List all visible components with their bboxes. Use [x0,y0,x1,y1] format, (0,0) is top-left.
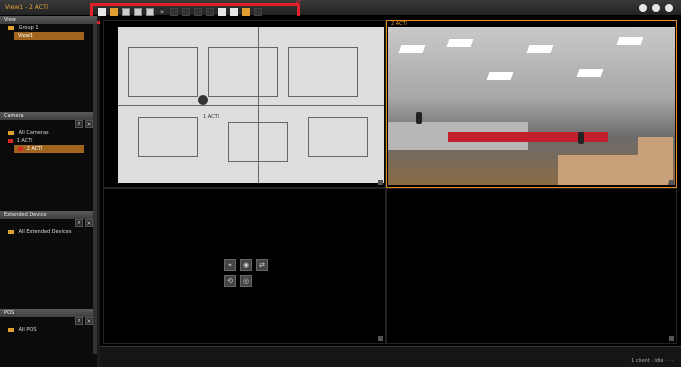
red-partition [448,132,608,142]
ptz-control-icon[interactable]: ◎ [240,275,252,287]
sidebar-scrollbar[interactable] [93,24,97,354]
view-item-label: View1 [18,33,34,39]
camera-search-button[interactable]: ⌕ [75,120,83,128]
pos-search-button[interactable]: ⌕ [75,317,83,325]
layout-2x2-button[interactable] [110,8,118,16]
camera-item-1[interactable]: 1 ACTi [0,137,97,145]
all-cameras-item[interactable]: All Cameras [0,129,97,137]
view-item-selected[interactable]: View1 [14,32,84,40]
layout-1x1-button[interactable] [98,8,106,16]
edit-button[interactable] [230,8,238,16]
floorplan-room [138,117,198,157]
top-right-icons [639,4,673,12]
top-bar: View1 - 2 ACTi » [0,0,681,24]
ceiling-light [486,72,514,80]
camera-panel-header: Camera [0,112,97,120]
folder-icon [8,25,14,30]
pane-resize-icon[interactable] [669,180,674,185]
video-grid: 1 ACTi 2 ACTi ⌖ ◉ ⇄ ⟲ ◎ [100,16,681,346]
all-cameras-label: All Cameras [18,130,49,136]
pane-resize-icon[interactable] [669,336,674,341]
extended-device-panel-header: Extended Device [0,211,97,219]
floor-plan-map[interactable]: 1 ACTi [118,27,384,183]
app-window: View1 - 2 ACTi » View Group 1 View1 Came… [0,0,681,367]
ptz-control-icon[interactable]: ⌖ [224,259,236,271]
floorplan-room [308,117,368,157]
all-extended-devices-label: All Extended Devices [18,229,72,235]
camera-item-1-label: 1 ACTi [16,138,33,144]
camera-item-2-selected[interactable]: 2 ACTi [14,145,84,153]
all-extended-devices-item[interactable]: All Extended Devices [0,228,97,236]
person [578,132,584,144]
floorplan-room [288,47,358,97]
settings-icon[interactable] [639,4,647,12]
view-panel-spacer [0,40,97,112]
camera-search-row: ⌕ × [0,120,97,129]
document-icon[interactable] [652,4,660,12]
pane-resize-icon[interactable] [378,336,383,341]
ptz-control-icon[interactable]: ⟲ [224,275,236,287]
folder-icon [8,229,14,234]
camera-clear-button[interactable]: × [85,120,93,128]
floorplan-corridor-line [118,105,384,106]
camera-marker-icon[interactable] [198,95,208,105]
floorplan-camera-label: 1 ACTi [203,114,219,120]
toolbar-disabled-5 [254,8,262,16]
person [416,112,422,124]
camera-item-2-label: 2 ACTi [26,146,43,152]
pos-panel-header: POS [0,309,97,317]
ceiling-light [576,69,604,77]
office-boxes [638,137,673,182]
toolbar-disabled-2 [182,8,190,16]
layout-custom-button[interactable] [146,8,154,16]
view-group-label: Group 1 [18,25,39,31]
pane-bottom-left[interactable]: ⌖ ◉ ⇄ ⟲ ◎ [103,188,386,344]
toolbar-disabled-3 [194,8,202,16]
ceiling-light [446,39,474,47]
layout-3x3-button[interactable] [122,8,130,16]
all-pos-label: All POS [18,327,37,333]
camera-panel-spacer [0,153,97,211]
ptz-control-icon[interactable]: ◉ [240,259,252,271]
pos-clear-button[interactable]: × [85,317,93,325]
bottom-bar: 1 client · idle · · · [100,346,681,367]
snapshot-button[interactable] [218,8,226,16]
toolbar-disabled-1 [170,8,178,16]
camera-live-view[interactable] [388,27,675,185]
extended-search-button[interactable]: ⌕ [75,219,83,227]
sidebar: View Group 1 View1 Camera ⌕ × All Camera… [0,16,97,367]
layout-4x4-button[interactable] [134,8,142,16]
help-icon[interactable] [665,4,673,12]
floorplan-corridor-line [258,27,259,183]
camera-icon [18,146,23,151]
all-pos-item[interactable]: All POS [0,326,97,334]
floorplan-room [128,47,198,97]
ptz-control-icon[interactable]: ⇄ [256,259,268,271]
pane-bottom-right[interactable] [386,188,677,344]
ceiling-light [526,45,554,53]
ceiling-light [398,45,426,53]
floorplan-room [208,47,278,97]
more-layouts-icon[interactable]: » [158,8,166,16]
extended-clear-button[interactable]: × [85,219,93,227]
extended-panel-spacer [0,236,97,309]
annotation-arrow [295,0,305,7]
extended-search-row: ⌕ × [0,219,97,228]
record-button[interactable] [242,8,250,16]
ptz-control-panel: ⌖ ◉ ⇄ ⟲ ◎ [224,259,268,287]
ceiling-light [616,37,644,45]
camera-icon [8,138,13,143]
folder-icon [8,327,14,332]
pane-resize-icon[interactable] [378,180,383,185]
view-group-item[interactable]: Group 1 [0,24,97,32]
pane-top-right[interactable]: 2 ACTi [386,20,677,188]
status-text: 1 client · idle · · · [631,358,673,364]
toolbar-disabled-4 [206,8,214,16]
pane-top-left[interactable]: 1 ACTi [103,20,386,188]
pos-search-row: ⌕ × [0,317,97,326]
folder-icon [8,130,14,135]
app-title: View1 - 2 ACTi [5,4,49,11]
view-panel-header: View [0,16,97,24]
